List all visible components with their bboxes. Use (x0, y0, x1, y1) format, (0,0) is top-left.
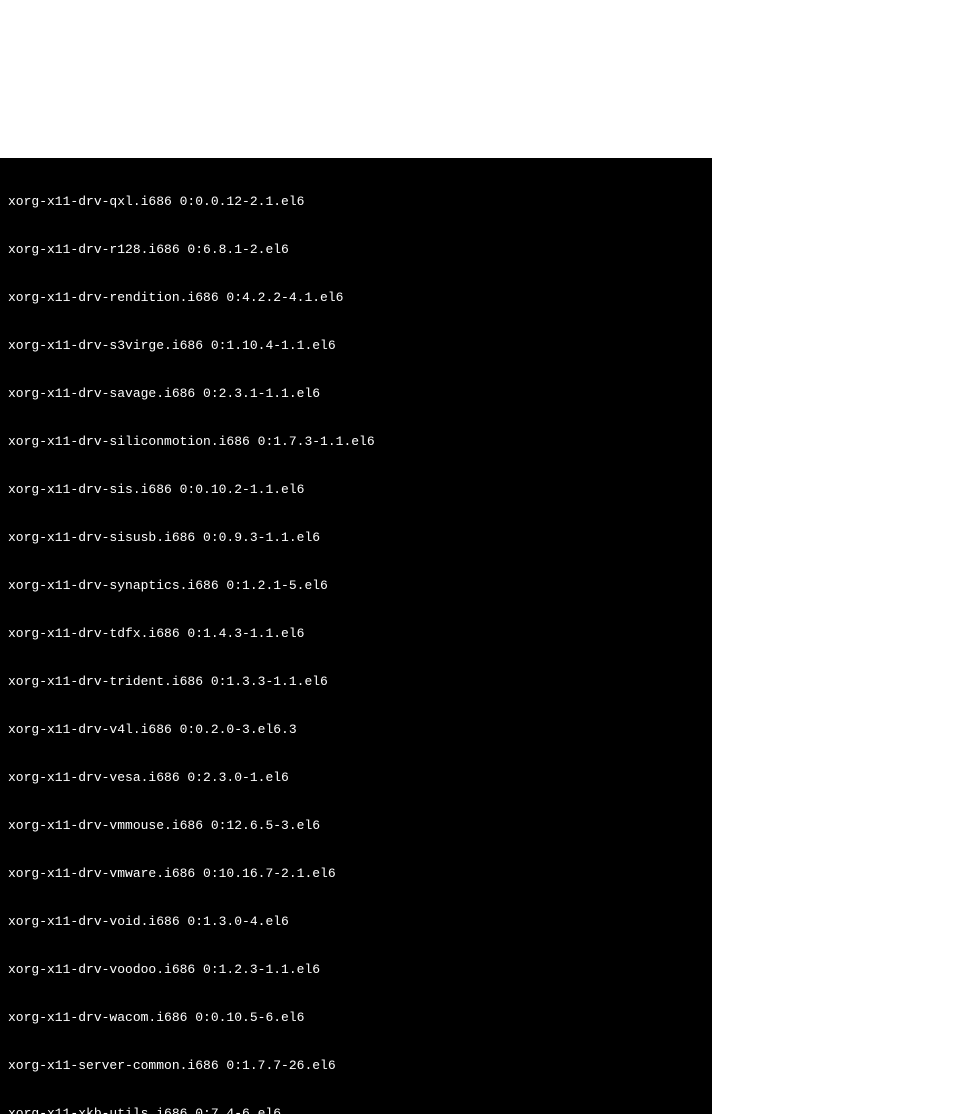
package-line: xorg-x11-xkb-utils.i686 0:7.4-6.el6 (8, 1106, 704, 1114)
package-line: xorg-x11-drv-vmware.i686 0:10.16.7-2.1.e… (8, 866, 704, 882)
package-line: xorg-x11-drv-tdfx.i686 0:1.4.3-1.1.el6 (8, 626, 704, 642)
package-line: xorg-x11-drv-siliconmotion.i686 0:1.7.3-… (8, 434, 704, 450)
package-line: xorg-x11-drv-sis.i686 0:0.10.2-1.1.el6 (8, 482, 704, 498)
package-line: xorg-x11-drv-vmmouse.i686 0:12.6.5-3.el6 (8, 818, 704, 834)
package-line: xorg-x11-drv-trident.i686 0:1.3.3-1.1.el… (8, 674, 704, 690)
package-line: xorg-x11-drv-qxl.i686 0:0.0.12-2.1.el6 (8, 194, 704, 210)
package-line: xorg-x11-drv-wacom.i686 0:0.10.5-6.el6 (8, 1010, 704, 1026)
terminal-window[interactable]: xorg-x11-drv-qxl.i686 0:0.0.12-2.1.el6 x… (0, 158, 712, 1114)
package-line: xorg-x11-server-common.i686 0:1.7.7-26.e… (8, 1058, 704, 1074)
package-line: xorg-x11-drv-synaptics.i686 0:1.2.1-5.el… (8, 578, 704, 594)
package-line: xorg-x11-drv-void.i686 0:1.3.0-4.el6 (8, 914, 704, 930)
package-line: xorg-x11-drv-s3virge.i686 0:1.10.4-1.1.e… (8, 338, 704, 354)
package-line: xorg-x11-drv-sisusb.i686 0:0.9.3-1.1.el6 (8, 530, 704, 546)
package-line: xorg-x11-drv-savage.i686 0:2.3.1-1.1.el6 (8, 386, 704, 402)
package-line: xorg-x11-drv-vesa.i686 0:2.3.0-1.el6 (8, 770, 704, 786)
package-line: xorg-x11-drv-r128.i686 0:6.8.1-2.el6 (8, 242, 704, 258)
package-line: xorg-x11-drv-rendition.i686 0:4.2.2-4.1.… (8, 290, 704, 306)
package-line: xorg-x11-drv-voodoo.i686 0:1.2.3-1.1.el6 (8, 962, 704, 978)
package-line: xorg-x11-drv-v4l.i686 0:0.2.0-3.el6.3 (8, 722, 704, 738)
